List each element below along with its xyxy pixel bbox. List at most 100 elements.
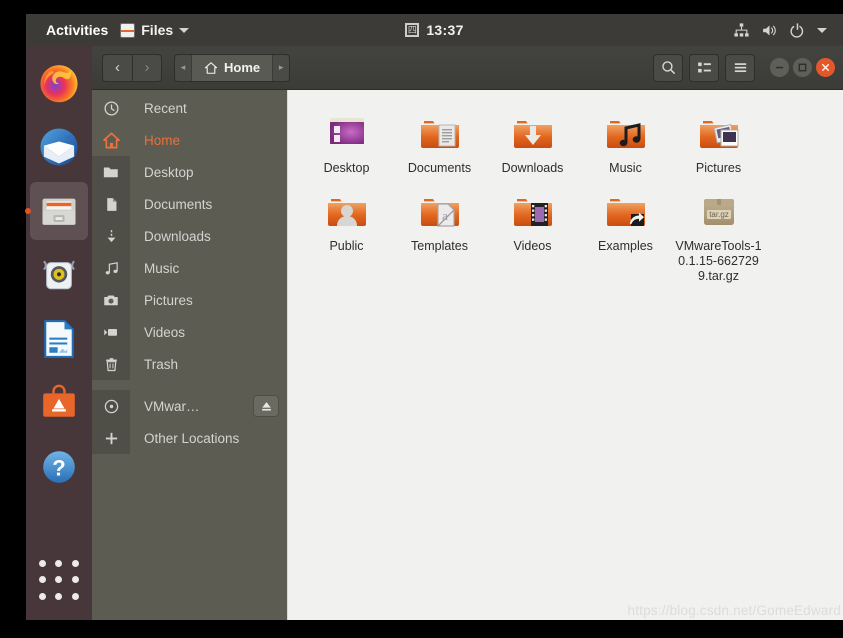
- apps-grid-dot: [71, 560, 79, 568]
- apps-grid-dot: [55, 576, 63, 584]
- view-toggle-button[interactable]: [689, 53, 719, 82]
- sidebar-item-label: Music: [144, 260, 180, 276]
- file-item-public[interactable]: Public: [300, 182, 393, 290]
- path-scroll-left-button[interactable]: ◂: [175, 55, 191, 81]
- folder-icon: [92, 156, 130, 188]
- svg-text:tar.gz: tar.gz: [709, 210, 729, 219]
- forward-button[interactable]: ›: [132, 53, 162, 82]
- system-status-area[interactable]: [733, 22, 843, 39]
- eject-button[interactable]: [253, 395, 279, 417]
- apps-grid-dot: [71, 592, 79, 600]
- sidebar-item-label: Trash: [144, 356, 179, 372]
- document-icon: [92, 188, 130, 220]
- calendar-icon: 四: [405, 23, 420, 37]
- sidebar-item-recent[interactable]: Recent: [92, 92, 287, 124]
- watermark-text: https://blog.csdn.net/GomeEdward: [627, 603, 841, 618]
- main-menu-button[interactable]: [725, 53, 755, 82]
- dock-item-files[interactable]: [30, 182, 88, 240]
- dock-item-thunderbird[interactable]: [30, 118, 88, 176]
- eject-icon: [261, 401, 271, 411]
- minimize-icon: [775, 66, 784, 69]
- sidebar-item-label: Desktop: [144, 164, 194, 180]
- network-icon: [734, 22, 749, 37]
- sidebar-item-label: Documents: [144, 196, 213, 212]
- file-item-desktop[interactable]: Desktop: [300, 104, 393, 182]
- navigation-buttons: ‹ ›: [102, 53, 162, 82]
- activities-button[interactable]: Activities: [26, 22, 120, 38]
- file-label: Examples: [598, 238, 653, 253]
- sidebar-item-label: Recent: [144, 100, 187, 116]
- sidebar-item-vmware-volume[interactable]: VMwar…: [92, 390, 287, 422]
- trash-icon: [92, 348, 130, 380]
- sidebar-item-desktop[interactable]: Desktop: [92, 156, 287, 188]
- back-button[interactable]: ‹: [102, 53, 132, 82]
- file-item-vmware-tools-archive[interactable]: tar.gz VMwareTools-10.1.15-6627299.tar.g…: [672, 182, 765, 290]
- minimize-button[interactable]: [770, 58, 789, 77]
- file-item-downloads[interactable]: Downloads: [486, 104, 579, 182]
- dock-item-firefox[interactable]: [30, 54, 88, 112]
- close-button[interactable]: [816, 58, 835, 77]
- file-item-music[interactable]: Music: [579, 104, 672, 182]
- clock-icon: [92, 92, 130, 124]
- sidebar-item-home[interactable]: Home: [92, 124, 287, 156]
- apps-grid-dot: [39, 576, 47, 584]
- sidebar-item-downloads[interactable]: Downloads: [92, 220, 287, 252]
- thunderbird-icon: [40, 128, 78, 166]
- rhythmbox-icon: [43, 260, 75, 290]
- sidebar-item-label: Pictures: [144, 292, 193, 308]
- chevron-right-icon: ›: [144, 59, 150, 76]
- camera-icon: [92, 284, 130, 316]
- app-menu-button[interactable]: Files: [120, 22, 190, 38]
- sidebar-item-documents[interactable]: Documents: [92, 188, 287, 220]
- sidebar-item-music[interactable]: Music: [92, 252, 287, 284]
- path-bar: ◂ Home ▸: [174, 53, 291, 82]
- show-applications-button[interactable]: [37, 558, 81, 602]
- maximize-button[interactable]: [793, 58, 812, 77]
- plus-icon: [92, 422, 130, 454]
- path-scroll-right-button[interactable]: ▸: [273, 55, 289, 81]
- view-list-icon: [697, 62, 711, 73]
- file-label: Desktop: [323, 161, 370, 175]
- apps-grid-dot: [71, 576, 79, 584]
- sidebar-item-videos[interactable]: Videos: [92, 316, 287, 348]
- dock-item-libreoffice-writer[interactable]: [30, 310, 88, 368]
- music-icon: [92, 252, 130, 284]
- firefox-icon: [40, 65, 78, 103]
- public-folder-icon: [323, 186, 371, 234]
- file-item-pictures[interactable]: Pictures: [672, 104, 765, 182]
- sidebar-item-label: Videos: [144, 324, 186, 340]
- music-folder-icon: [602, 108, 650, 156]
- window-header-bar: ‹ › ◂ Home ▸: [92, 46, 843, 90]
- home-icon: [92, 124, 130, 156]
- search-button[interactable]: [653, 53, 683, 82]
- file-item-documents[interactable]: Documents: [393, 104, 486, 182]
- chevron-down-icon: [179, 27, 190, 33]
- header-actions: [653, 53, 835, 82]
- file-label: Pictures: [695, 161, 742, 175]
- chevron-down-icon[interactable]: [817, 27, 827, 33]
- apps-grid-dot: [39, 592, 47, 600]
- file-item-examples[interactable]: Examples: [579, 182, 672, 290]
- file-item-templates[interactable]: a Templates: [393, 182, 486, 290]
- power-icon: [790, 22, 804, 38]
- dock-item-rhythmbox[interactable]: [30, 246, 88, 304]
- archive-targz-icon: tar.gz: [695, 186, 743, 234]
- file-label: VMwareTools-10.1.15-6627299.tar.gz: [675, 238, 762, 283]
- file-view[interactable]: Desktop Documents Downloads Music Pictur…: [288, 90, 843, 620]
- sidebar-item-trash[interactable]: Trash: [92, 348, 287, 380]
- libreoffice-writer-icon: [44, 320, 74, 358]
- gnome-top-bar: Activities Files 四 13:37: [26, 14, 843, 46]
- sidebar-item-label: Home: [144, 132, 181, 148]
- dock-item-ubuntu-software[interactable]: [30, 374, 88, 432]
- files-window: ‹ › ◂ Home ▸ Recent Home Desktop Documen…: [92, 46, 843, 620]
- dock-item-help[interactable]: ?: [30, 438, 88, 496]
- file-item-videos[interactable]: Videos: [486, 182, 579, 290]
- sidebar-item-other-locations[interactable]: Other Locations: [92, 422, 287, 454]
- files-app-icon: [120, 22, 136, 38]
- sidebar-item-label: Other Locations: [144, 430, 240, 446]
- sidebar-item-pictures[interactable]: Pictures: [92, 284, 287, 316]
- close-icon: [821, 63, 830, 72]
- breadcrumb-home[interactable]: Home: [191, 54, 274, 81]
- ubuntu-dock: ?: [26, 46, 92, 620]
